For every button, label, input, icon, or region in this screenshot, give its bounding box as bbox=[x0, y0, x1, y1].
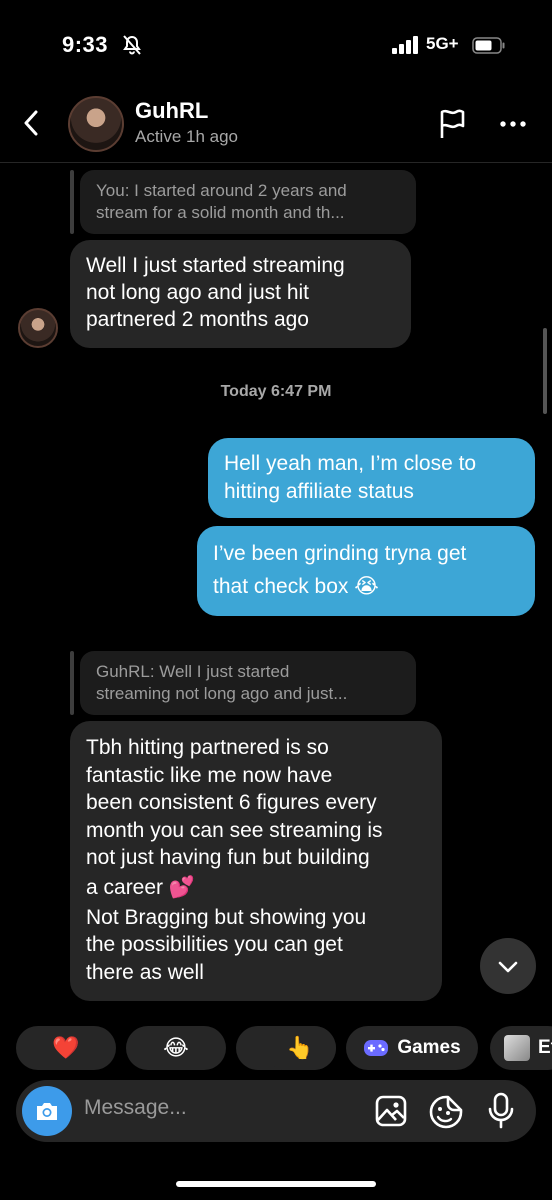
message-line: that check box 😭 bbox=[213, 575, 379, 598]
message-input[interactable] bbox=[84, 1096, 344, 1120]
chevron-down-icon bbox=[498, 961, 518, 973]
gallery-icon[interactable] bbox=[374, 1094, 408, 1128]
sticker-icon[interactable] bbox=[428, 1094, 464, 1130]
microphone-icon[interactable] bbox=[486, 1092, 516, 1130]
scroll-to-bottom-button[interactable] bbox=[480, 938, 536, 994]
quick-reply-point[interactable]: 👆 bbox=[264, 1026, 336, 1070]
message-line: not just having fun but building bbox=[86, 846, 370, 869]
contact-name[interactable]: GuhRL bbox=[135, 98, 208, 124]
laughing-emoji-icon: 😂 bbox=[163, 1035, 189, 1060]
message-line: Not Bragging but showing you bbox=[86, 905, 367, 929]
heart-icon: ❤️ bbox=[52, 1035, 80, 1060]
incoming-message-bubble[interactable]: Tbh hitting partnered is so fantastic li… bbox=[70, 721, 442, 1001]
battery-icon bbox=[472, 37, 505, 54]
gamepad-icon bbox=[364, 1040, 389, 1056]
reply-preview-line: streaming not long ago and just... bbox=[96, 684, 348, 703]
more-options-icon[interactable] bbox=[498, 112, 528, 136]
camera-icon bbox=[37, 1103, 57, 1120]
message-line: not long ago and just hit bbox=[86, 281, 310, 304]
reply-preview-line: GuhRL: Well I just started bbox=[96, 662, 290, 681]
message-line: the possibilities you can get bbox=[86, 933, 343, 956]
reply-preview[interactable]: You: I started around 2 years and stream… bbox=[80, 170, 416, 234]
message-line: Well I just started streaming bbox=[86, 254, 345, 277]
header-divider bbox=[0, 162, 552, 163]
message-line: partnered 2 months ago bbox=[86, 308, 309, 331]
camera-button[interactable] bbox=[22, 1086, 72, 1136]
reply-preview[interactable]: GuhRL: Well I just started streaming not… bbox=[80, 651, 416, 715]
message-line: hitting affiliate status bbox=[224, 480, 414, 503]
bell-muted-icon bbox=[123, 35, 141, 55]
message-line: I’ve been grinding tryna get bbox=[213, 542, 467, 565]
back-arrow-icon[interactable] bbox=[18, 108, 46, 138]
reply-indicator-line bbox=[70, 651, 74, 715]
home-indicator bbox=[176, 1181, 376, 1187]
games-button[interactable]: Games bbox=[346, 1026, 478, 1070]
effects-button[interactable]: Ef bbox=[490, 1026, 552, 1070]
reply-preview-line: You: I started around 2 years and bbox=[96, 181, 347, 200]
incoming-message-bubble[interactable]: Well I just started streaming not long a… bbox=[70, 240, 411, 348]
sender-avatar[interactable] bbox=[18, 308, 58, 348]
message-line: been consistent 6 figures every bbox=[86, 791, 377, 814]
effects-label: Ef bbox=[538, 1037, 552, 1058]
quick-reply-heart[interactable]: ❤️ bbox=[16, 1026, 116, 1070]
contact-active-status: Active 1h ago bbox=[135, 127, 239, 146]
quick-reply-laugh[interactable]: 😂 bbox=[126, 1026, 226, 1070]
flag-icon[interactable] bbox=[437, 108, 467, 140]
outgoing-message-bubble[interactable]: I’ve been grinding tryna get that check … bbox=[197, 526, 535, 616]
message-line: a career 💕 bbox=[86, 875, 196, 899]
message-line: Tbh hitting partnered is so bbox=[86, 736, 329, 759]
games-label: Games bbox=[397, 1037, 461, 1058]
message-line: fantastic like me now have bbox=[86, 763, 333, 787]
pointing-up-icon: 👆 bbox=[286, 1035, 314, 1060]
effects-thumbnail-icon bbox=[504, 1035, 530, 1061]
network-label: 5G+ bbox=[426, 34, 459, 53]
scrollbar[interactable] bbox=[543, 328, 547, 414]
outgoing-message-bubble[interactable]: Hell yeah man, I’m close to hitting affi… bbox=[208, 438, 535, 518]
message-line: month you can see streaming is bbox=[86, 818, 383, 842]
contact-avatar[interactable] bbox=[68, 96, 124, 152]
message-line: Hell yeah man, I’m close to bbox=[224, 452, 477, 475]
status-time: 9:33 bbox=[62, 32, 109, 57]
reply-indicator-line bbox=[70, 170, 74, 234]
message-timestamp: Today 6:47 PM bbox=[220, 383, 332, 400]
message-line: there as well bbox=[86, 960, 204, 984]
reply-preview-line: stream for a solid month and th... bbox=[96, 203, 345, 222]
signal-icon bbox=[392, 36, 418, 54]
